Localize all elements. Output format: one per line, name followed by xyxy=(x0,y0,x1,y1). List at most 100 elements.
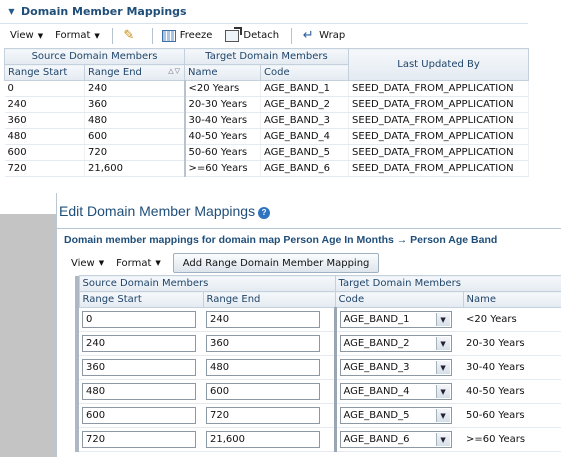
view-menu[interactable]: View ▼ xyxy=(10,30,43,41)
name-cell: 50-60 Years xyxy=(184,144,262,161)
range-end-header[interactable]: Range End xyxy=(202,291,336,308)
name-cell: 40-50 Years xyxy=(184,128,262,145)
range-end-input[interactable] xyxy=(206,407,320,424)
code-header[interactable]: Code xyxy=(334,291,464,308)
range-start-input[interactable] xyxy=(82,431,196,448)
code-select[interactable]: AGE_BAND_6 ▼ xyxy=(339,431,452,448)
range-end-input[interactable] xyxy=(206,383,320,400)
table-row[interactable]: AGE_BAND_2 ▼ 20-30 Years xyxy=(75,331,561,356)
table-row[interactable]: AGE_BAND_3 ▼ 30-40 Years xyxy=(75,355,561,380)
table-row[interactable]: AGE_BAND_6 ▼ >=60 Years xyxy=(75,427,561,452)
range-end-input[interactable] xyxy=(206,431,320,448)
code-cell: AGE_BAND_2 xyxy=(260,96,350,113)
code-select-value: AGE_BAND_2 xyxy=(343,338,410,349)
edit-mappings-table: Source Domain Members Target Domain Memb… xyxy=(75,275,561,452)
toolbar-divider xyxy=(291,27,293,44)
wrap-button[interactable]: ↵ Wrap xyxy=(300,28,345,44)
range-end-cell: 480 xyxy=(84,112,186,129)
edit-button[interactable]: ✎ xyxy=(121,28,140,44)
chevron-down-icon[interactable]: ▼ xyxy=(435,337,450,350)
last-updated-header[interactable]: Last Updated By xyxy=(348,48,530,81)
table-row[interactable]: 240 360 20-30 Years AGE_BAND_2 SEED_DATA_FRO… xyxy=(4,96,530,113)
table-row[interactable]: 360 480 30-40 Years AGE_BAND_3 SEED_DATA_FRO… xyxy=(4,112,530,129)
range-end-cell xyxy=(203,355,337,380)
range-start-input[interactable] xyxy=(82,335,196,352)
code-select[interactable]: AGE_BAND_5 ▼ xyxy=(339,407,452,424)
table-row[interactable]: AGE_BAND_1 ▼ <20 Years xyxy=(75,307,561,332)
range-start-header[interactable]: Range Start xyxy=(4,64,85,81)
domain-member-mappings-panel: ▼ Domain Member Mappings View ▼ Format ▼ ✎… xyxy=(0,0,530,185)
chevron-down-icon[interactable]: ▼ xyxy=(435,433,450,446)
code-cell: AGE_BAND_1 ▼ xyxy=(335,307,464,332)
range-start-cell: 0 xyxy=(4,80,85,97)
source-group-header: Source Domain Members xyxy=(78,275,336,292)
code-cell: AGE_BAND_6 ▼ xyxy=(335,427,464,452)
freeze-icon xyxy=(161,29,176,42)
range-start-cell xyxy=(79,331,203,356)
code-select[interactable]: AGE_BAND_3 ▼ xyxy=(339,359,452,376)
freeze-button[interactable]: Freeze xyxy=(161,28,212,44)
code-select-value: AGE_BAND_6 xyxy=(343,434,410,445)
chevron-down-icon[interactable]: ▼ xyxy=(435,385,450,398)
updated-by-cell: SEED_DATA_FROM_APPLICATION xyxy=(348,96,530,113)
range-start-input[interactable] xyxy=(82,383,196,400)
range-end-cell xyxy=(203,403,337,428)
range-start-cell: 720 xyxy=(4,160,85,177)
table-row[interactable]: AGE_BAND_5 ▼ 50-60 Years xyxy=(75,403,561,428)
code-select[interactable]: AGE_BAND_2 ▼ xyxy=(339,335,452,352)
format-menu[interactable]: Format ▼ xyxy=(55,30,100,41)
code-select[interactable]: AGE_BAND_4 ▼ xyxy=(339,383,452,400)
code-cell: AGE_BAND_5 ▼ xyxy=(335,403,464,428)
code-cell: AGE_BAND_6 xyxy=(260,160,350,177)
table-row[interactable]: 480 600 40-50 Years AGE_BAND_4 SEED_DATA_FRO… xyxy=(4,128,530,145)
detach-label: Detach xyxy=(243,30,280,41)
code-select[interactable]: AGE_BAND_1 ▼ xyxy=(339,311,452,328)
background-area xyxy=(0,214,56,457)
view-menu-label: View xyxy=(10,30,34,41)
chevron-down-icon[interactable]: ▼ xyxy=(435,313,450,326)
code-cell: AGE_BAND_3 xyxy=(260,112,350,129)
range-end-cell xyxy=(203,379,337,404)
range-end-input[interactable] xyxy=(206,311,320,328)
code-select-value: AGE_BAND_4 xyxy=(343,386,410,397)
updated-by-cell: SEED_DATA_FROM_APPLICATION xyxy=(348,128,530,145)
name-cell: 20-30 Years xyxy=(184,96,262,113)
code-cell: AGE_BAND_4 xyxy=(260,128,350,145)
table-row[interactable]: 0 240 <20 Years AGE_BAND_1 SEED_DATA_FROM_AP… xyxy=(4,80,530,97)
table-row[interactable]: 600 720 50-60 Years AGE_BAND_5 SEED_DATA_FRO… xyxy=(4,144,530,161)
range-start-input[interactable] xyxy=(82,407,196,424)
range-start-input[interactable] xyxy=(82,359,196,376)
panel-title: Domain Member Mappings xyxy=(21,4,187,18)
range-end-cell xyxy=(203,307,337,332)
chevron-down-icon[interactable]: ▼ xyxy=(435,409,450,422)
range-start-header[interactable]: Range Start xyxy=(78,291,204,308)
dialog-format-menu[interactable]: Format ▼ xyxy=(116,258,161,269)
name-header[interactable]: Name xyxy=(462,291,561,308)
collapse-icon[interactable]: ▼ xyxy=(6,6,17,17)
sort-icon[interactable]: △▽ xyxy=(168,67,181,75)
range-start-cell xyxy=(79,307,203,332)
add-range-mapping-button[interactable]: Add Range Domain Member Mapping xyxy=(172,253,380,273)
name-cell: 30-40 Years xyxy=(463,355,561,380)
help-icon[interactable]: ? xyxy=(258,206,271,219)
table-row[interactable]: 720 21,600 >=60 Years AGE_BAND_6 SEED_DATA_F… xyxy=(4,160,530,177)
table-row[interactable]: AGE_BAND_4 ▼ 40-50 Years xyxy=(75,379,561,404)
code-cell: AGE_BAND_3 ▼ xyxy=(335,355,464,380)
name-header[interactable]: Name xyxy=(184,64,262,81)
dialog-title-text: Edit Domain Member Mappings xyxy=(59,203,256,219)
range-end-input[interactable] xyxy=(206,335,320,352)
name-cell: 40-50 Years xyxy=(463,379,561,404)
dialog-view-menu[interactable]: View ▼ xyxy=(71,258,104,269)
code-header[interactable]: Code xyxy=(260,64,350,81)
format-menu-label: Format xyxy=(55,30,91,41)
panel-header: ▼ Domain Member Mappings xyxy=(0,0,528,22)
range-end-header[interactable]: Range End △▽ xyxy=(83,64,186,81)
name-cell: 50-60 Years xyxy=(463,403,561,428)
target-group-header: Target Domain Members xyxy=(184,48,350,65)
chevron-down-icon[interactable]: ▼ xyxy=(435,361,450,374)
detach-button[interactable]: Detach xyxy=(224,26,280,44)
range-start-input[interactable] xyxy=(82,311,196,328)
range-end-input[interactable] xyxy=(206,359,320,376)
view-menu-label: View xyxy=(71,257,95,269)
range-start-cell: 600 xyxy=(4,144,85,161)
